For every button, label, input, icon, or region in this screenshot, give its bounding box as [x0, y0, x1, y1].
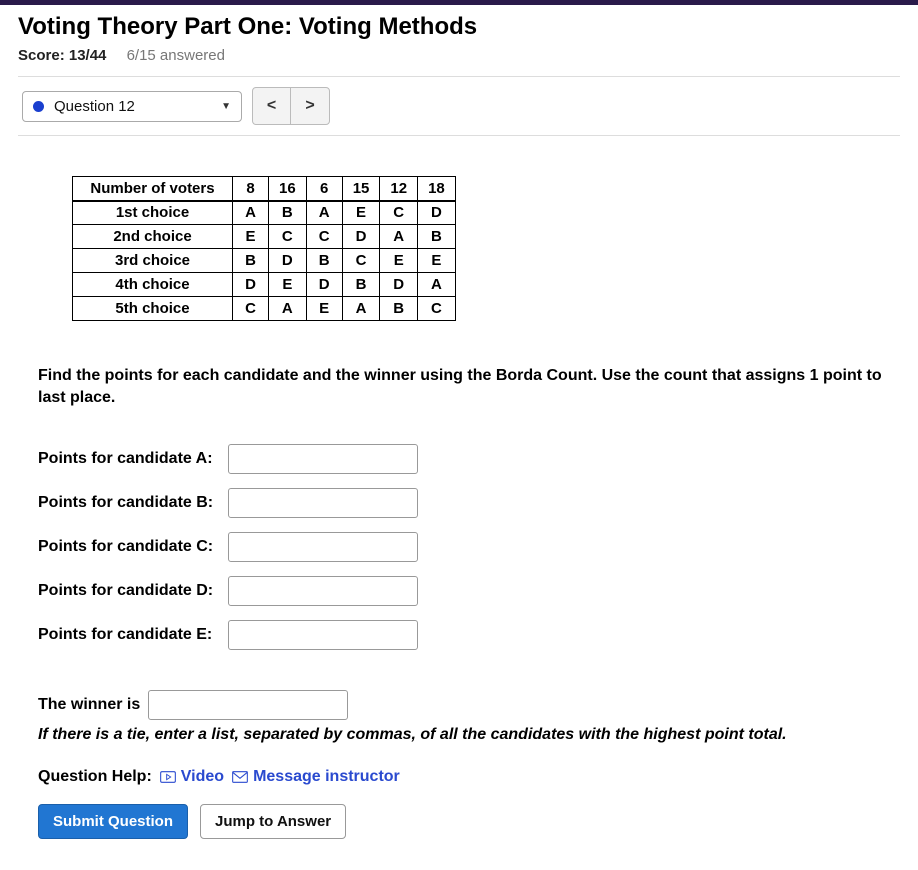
answer-row-e: Points for candidate E: — [38, 620, 890, 650]
voter-count-cell: 16 — [269, 177, 307, 201]
choice-label: 5th choice — [73, 297, 233, 321]
help-label: Question Help: — [38, 768, 152, 786]
answer-label: Points for candidate A: — [38, 450, 228, 468]
answer-label: Points for candidate B: — [38, 494, 228, 512]
pref-cell: E — [233, 225, 269, 249]
voter-count-cell: 15 — [342, 177, 380, 201]
question-body: Number of voters 8 16 6 15 12 18 1st cho… — [18, 176, 900, 839]
table-row: 5th choice C A E A B C — [73, 297, 456, 321]
pref-cell: E — [380, 249, 418, 273]
voter-count-cell: 8 — [233, 177, 269, 201]
pref-cell: B — [418, 225, 456, 249]
video-icon — [160, 770, 176, 784]
points-input-b[interactable] — [228, 488, 418, 518]
pref-cell: A — [380, 225, 418, 249]
pref-cell: C — [342, 249, 380, 273]
voter-count-cell: 12 — [380, 177, 418, 201]
table-row: 1st choice A B A E C D — [73, 201, 456, 225]
help-row: Question Help: Video Message instructor — [38, 768, 890, 786]
help-message-text: Message instructor — [253, 768, 400, 786]
prev-question-button[interactable]: < — [253, 88, 291, 124]
points-input-d[interactable] — [228, 576, 418, 606]
points-input-c[interactable] — [228, 532, 418, 562]
question-selector-label: Question 12 — [54, 98, 221, 115]
score-line: Score: 13/44 6/15 answered — [18, 47, 900, 64]
answer-label: Points for candidate D: — [38, 582, 228, 600]
mail-icon — [232, 770, 248, 784]
table-header-row: Number of voters 8 16 6 15 12 18 — [73, 177, 456, 201]
answer-row-c: Points for candidate C: — [38, 532, 890, 562]
pref-cell: D — [269, 249, 307, 273]
choice-label: 4th choice — [73, 273, 233, 297]
help-video-text: Video — [181, 768, 224, 786]
pref-cell: C — [418, 297, 456, 321]
pref-cell: B — [233, 249, 269, 273]
winner-label: The winner is — [38, 696, 140, 714]
pref-cell: C — [269, 225, 307, 249]
voter-count-cell: 18 — [418, 177, 456, 201]
pref-cell: E — [269, 273, 307, 297]
answer-section: Points for candidate A: Points for candi… — [38, 444, 890, 650]
winner-input[interactable] — [148, 690, 348, 720]
pref-cell: D — [342, 225, 380, 249]
score-value: Score: 13/44 — [18, 47, 106, 64]
pref-cell: C — [233, 297, 269, 321]
page-title: Voting Theory Part One: Voting Methods — [18, 13, 900, 41]
button-row: Submit Question Jump to Answer — [38, 804, 890, 839]
submit-question-button[interactable]: Submit Question — [38, 804, 188, 839]
table-row: 2nd choice E C C D A B — [73, 225, 456, 249]
pref-cell: B — [269, 201, 307, 225]
table-row: 4th choice D E D B D A — [73, 273, 456, 297]
pref-cell: A — [342, 297, 380, 321]
voter-count-cell: 6 — [306, 177, 342, 201]
pref-cell: A — [418, 273, 456, 297]
tie-instruction: If there is a tie, enter a list, separat… — [38, 726, 890, 744]
preference-table: Number of voters 8 16 6 15 12 18 1st cho… — [72, 176, 456, 321]
choice-label: 1st choice — [73, 201, 233, 225]
answer-row-a: Points for candidate A: — [38, 444, 890, 474]
pref-cell: B — [380, 297, 418, 321]
pref-cell: B — [306, 249, 342, 273]
question-prompt: Find the points for each candidate and t… — [38, 365, 890, 410]
help-video-link[interactable]: Video — [160, 768, 224, 786]
pref-cell: C — [380, 201, 418, 225]
pref-cell: C — [306, 225, 342, 249]
table-row: 3rd choice B D B C E E — [73, 249, 456, 273]
question-status-dot-icon — [33, 101, 44, 112]
answer-row-b: Points for candidate B: — [38, 488, 890, 518]
choice-label: 2nd choice — [73, 225, 233, 249]
winner-row: The winner is — [38, 690, 890, 720]
pref-cell: A — [233, 201, 269, 225]
pref-cell: E — [342, 201, 380, 225]
pref-cell: D — [380, 273, 418, 297]
question-nav-row: Question 12 ▼ < > — [18, 76, 900, 136]
answered-count: 6/15 answered — [127, 47, 225, 64]
jump-to-answer-button[interactable]: Jump to Answer — [200, 804, 346, 839]
pref-cell: D — [418, 201, 456, 225]
pref-cell: D — [306, 273, 342, 297]
next-question-button[interactable]: > — [291, 88, 329, 124]
pref-cell: A — [306, 201, 342, 225]
choice-label: 3rd choice — [73, 249, 233, 273]
answer-label: Points for candidate E: — [38, 626, 228, 644]
answer-label: Points for candidate C: — [38, 538, 228, 556]
points-input-e[interactable] — [228, 620, 418, 650]
answer-row-d: Points for candidate D: — [38, 576, 890, 606]
pref-cell: D — [233, 273, 269, 297]
nav-button-group: < > — [252, 87, 330, 125]
pref-cell: B — [342, 273, 380, 297]
pref-cell: A — [269, 297, 307, 321]
question-selector-dropdown[interactable]: Question 12 ▼ — [22, 91, 242, 122]
pref-cell: E — [306, 297, 342, 321]
pref-cell: E — [418, 249, 456, 273]
help-message-link[interactable]: Message instructor — [232, 768, 400, 786]
points-input-a[interactable] — [228, 444, 418, 474]
table-corner-header: Number of voters — [73, 177, 233, 201]
chevron-down-icon: ▼ — [221, 101, 231, 112]
